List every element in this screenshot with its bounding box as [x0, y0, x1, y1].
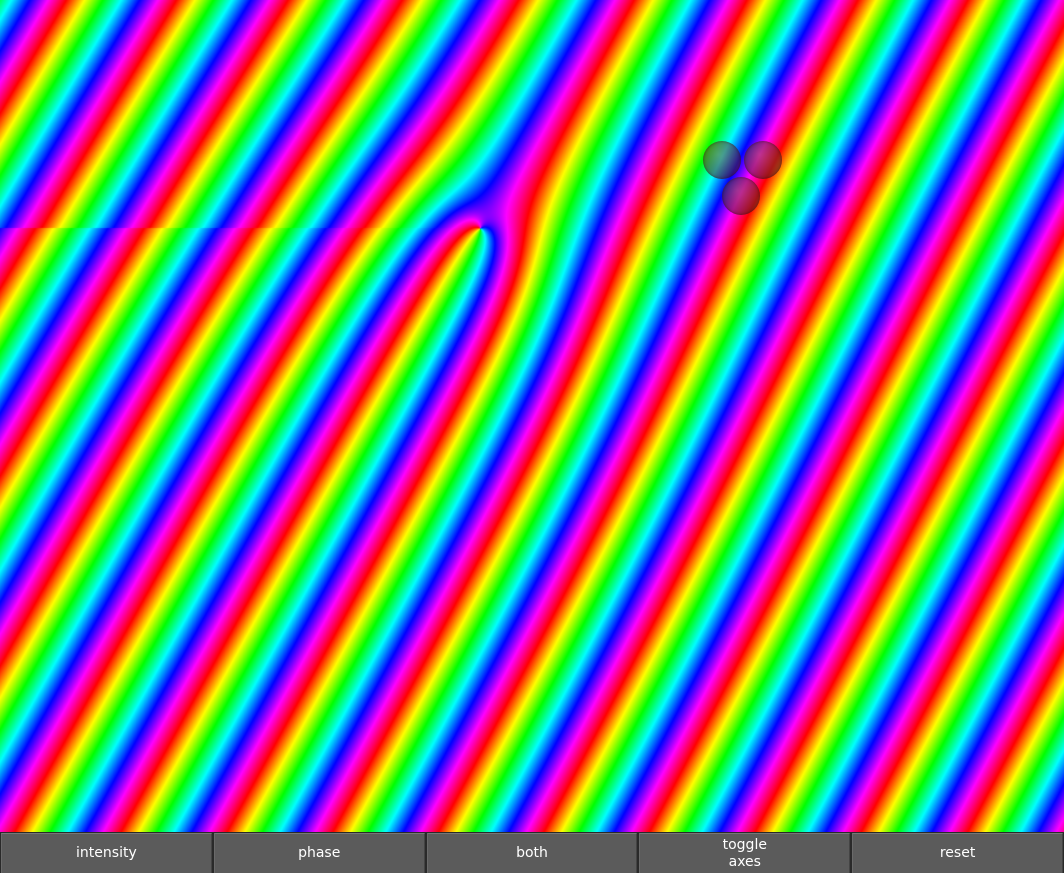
both-button-label: both — [516, 845, 548, 861]
probe-handle[interactable] — [703, 141, 741, 179]
intensity-button[interactable]: intensity — [1, 833, 212, 873]
reset-button-label: reset — [939, 845, 976, 861]
probe-handle[interactable] — [722, 177, 760, 215]
phase-field-view[interactable] — [0, 0, 1064, 832]
toggle-axes-button[interactable]: toggle axes — [639, 833, 851, 873]
both-button[interactable]: both — [426, 833, 638, 873]
bottom-toolbar: intensity phase both toggle axes reset — [0, 832, 1064, 873]
toggle-axes-label-line1: toggle — [722, 836, 767, 853]
phase-button-label: phase — [298, 845, 341, 861]
phase-field-canvas[interactable] — [0, 0, 1064, 832]
probe-handle[interactable] — [744, 141, 782, 179]
wave-simulator-app: intensity phase both toggle axes reset — [0, 0, 1064, 873]
toggle-axes-button-label: toggle axes — [723, 837, 767, 871]
phase-button[interactable]: phase — [213, 833, 425, 873]
intensity-button-label: intensity — [76, 845, 137, 861]
reset-button[interactable]: reset — [852, 833, 1063, 873]
toggle-axes-label-line2: axes — [728, 853, 761, 870]
